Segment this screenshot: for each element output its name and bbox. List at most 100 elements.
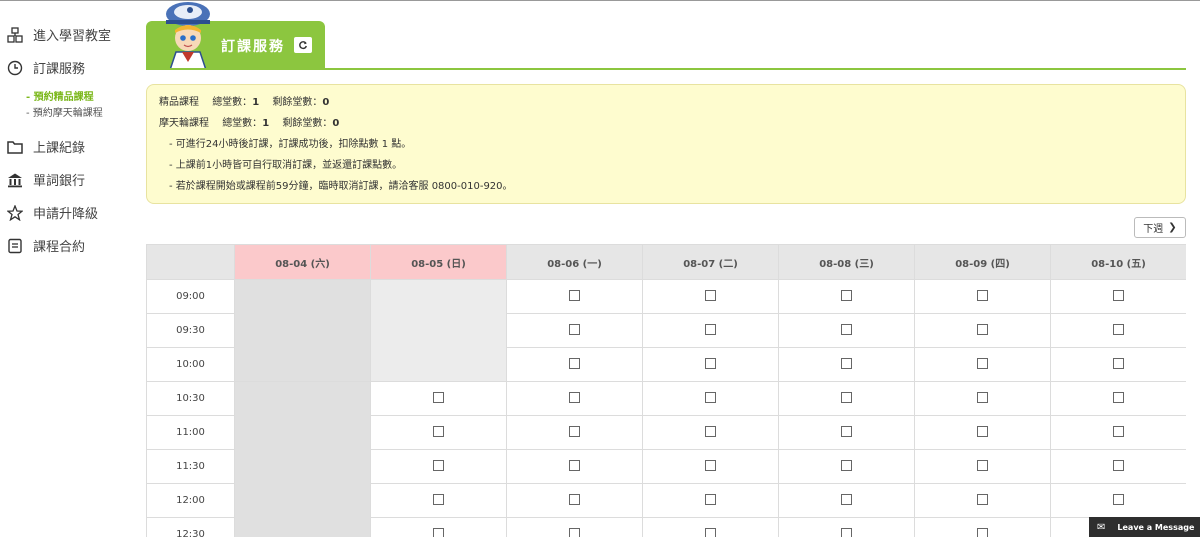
sidebar-item-wordbank[interactable]: 單詞銀行 — [0, 163, 140, 196]
slot-checkbox[interactable] — [1113, 357, 1124, 369]
slot-checkbox[interactable] — [433, 493, 444, 505]
slot-checkbox[interactable] — [705, 425, 716, 437]
day-header: 08-07 (二) — [642, 244, 779, 280]
sidebar-item-label: 單詞銀行 — [33, 174, 86, 189]
slot-cell — [914, 449, 1051, 484]
slot-checkbox[interactable] — [569, 425, 580, 437]
time-cell: 10:00 — [146, 347, 235, 382]
time-cell: 12:30 — [146, 517, 235, 537]
slot-cell — [778, 415, 915, 450]
note-line: - 上課前1小時皆可自行取消訂課，並返還訂課點數。 — [169, 160, 403, 171]
info-row-ferris: 摩天輪課程 總堂數：1 剩餘堂數：0 — [159, 116, 1173, 137]
total-label: 總堂數： — [212, 97, 253, 108]
slot-cell — [778, 517, 915, 537]
slot-checkbox[interactable] — [977, 493, 988, 505]
slot-checkbox[interactable] — [705, 323, 716, 335]
time-cell: 09:00 — [146, 279, 235, 314]
slot-checkbox[interactable] — [433, 459, 444, 471]
slot-checkbox[interactable] — [841, 323, 852, 335]
slot-checkbox[interactable] — [433, 425, 444, 437]
next-week-button[interactable]: 下週 ❯ — [1134, 217, 1186, 238]
slot-checkbox[interactable] — [569, 357, 580, 369]
slot-checkbox[interactable] — [977, 357, 988, 369]
slot-checkbox[interactable] — [569, 527, 580, 537]
slot-checkbox[interactable] — [569, 493, 580, 505]
leave-message-button[interactable]: ✉ Leave a Message — [1089, 517, 1200, 537]
total-value: 1 — [252, 97, 260, 108]
sidebar-item-booking[interactable]: 訂課服務 — [0, 51, 140, 84]
page-title: 訂課服務 — [221, 39, 285, 55]
header-divider — [146, 68, 1186, 70]
slot-cell — [1050, 483, 1186, 518]
slot-checkbox[interactable] — [977, 527, 988, 537]
slot-checkbox[interactable] — [705, 391, 716, 403]
slot-checkbox[interactable] — [977, 391, 988, 403]
slot-checkbox[interactable] — [433, 391, 444, 403]
slot-cell — [642, 381, 779, 416]
slot-checkbox[interactable] — [841, 425, 852, 437]
slot-checkbox[interactable] — [841, 459, 852, 471]
refresh-icon[interactable] — [294, 37, 312, 53]
slot-cell — [506, 313, 643, 348]
slot-cell — [506, 449, 643, 484]
slot-checkbox[interactable] — [705, 527, 716, 537]
slot-checkbox[interactable] — [705, 357, 716, 369]
mascot-image — [156, 0, 220, 71]
slot-cell — [1050, 381, 1186, 416]
sidebar-item-label: 上課紀錄 — [33, 141, 86, 156]
sidebar-item-classroom[interactable]: 進入學習教室 — [0, 18, 140, 51]
classroom-icon — [6, 26, 24, 44]
sidebar-sub-premium[interactable]: - 預約精品課程 — [0, 90, 140, 106]
day-header: 08-06 (一) — [506, 244, 643, 280]
sidebar-item-label: 訂課服務 — [33, 62, 86, 77]
slot-cell — [642, 517, 779, 537]
slot-cell — [914, 279, 1051, 314]
folder-icon — [6, 138, 24, 156]
slot-checkbox[interactable] — [977, 459, 988, 471]
slot-cell — [370, 449, 507, 484]
envelope-icon: ✉ — [1097, 521, 1106, 533]
slot-checkbox[interactable] — [841, 493, 852, 505]
sidebar-item-level[interactable]: 申請升降級 — [0, 196, 140, 229]
slot-cell — [370, 415, 507, 450]
slot-checkbox[interactable] — [1113, 289, 1124, 301]
slot-checkbox[interactable] — [1113, 391, 1124, 403]
sidebar-submenu: - 預約精品課程 - 預約摩天輪課程 — [0, 84, 140, 130]
time-cell: 11:00 — [146, 415, 235, 450]
slot-checkbox[interactable] — [433, 527, 444, 537]
slot-cell — [914, 347, 1051, 382]
star-icon — [6, 204, 24, 222]
sidebar-sub-ferris[interactable]: - 預約摩天輪課程 — [0, 106, 140, 122]
slot-checkbox[interactable] — [841, 289, 852, 301]
slot-checkbox[interactable] — [977, 289, 988, 301]
remain-value: 0 — [322, 97, 330, 108]
slot-checkbox[interactable] — [1113, 459, 1124, 471]
slot-checkbox[interactable] — [705, 459, 716, 471]
remain-count: 剩餘堂數：0 — [272, 97, 329, 108]
corner-cell — [146, 244, 235, 280]
slot-checkbox[interactable] — [569, 323, 580, 335]
slot-checkbox[interactable] — [569, 391, 580, 403]
sidebar-item-records[interactable]: 上課紀錄 — [0, 130, 140, 163]
slot-cell — [1050, 279, 1186, 314]
slot-checkbox[interactable] — [1113, 323, 1124, 335]
slot-cell — [778, 483, 915, 518]
slot-checkbox[interactable] — [841, 357, 852, 369]
slot-checkbox[interactable] — [1113, 425, 1124, 437]
slot-checkbox[interactable] — [569, 289, 580, 301]
slot-checkbox[interactable] — [705, 493, 716, 505]
slot-cell — [370, 381, 507, 416]
schedule-table: 08-04 (六) 08-05 (日) 08-06 (一) 08-07 (二) … — [146, 244, 1186, 537]
total-value: 1 — [262, 118, 270, 129]
sidebar-item-contract[interactable]: 課程合約 — [0, 229, 140, 262]
slot-checkbox[interactable] — [705, 289, 716, 301]
slot-checkbox[interactable] — [569, 459, 580, 471]
slot-checkbox[interactable] — [977, 425, 988, 437]
slot-checkbox[interactable] — [841, 391, 852, 403]
slot-cell — [778, 449, 915, 484]
slot-cell — [914, 381, 1051, 416]
slot-checkbox[interactable] — [1113, 493, 1124, 505]
slot-checkbox[interactable] — [977, 323, 988, 335]
slot-checkbox[interactable] — [841, 527, 852, 537]
page-header: 訂課服務 — [146, 0, 1186, 71]
